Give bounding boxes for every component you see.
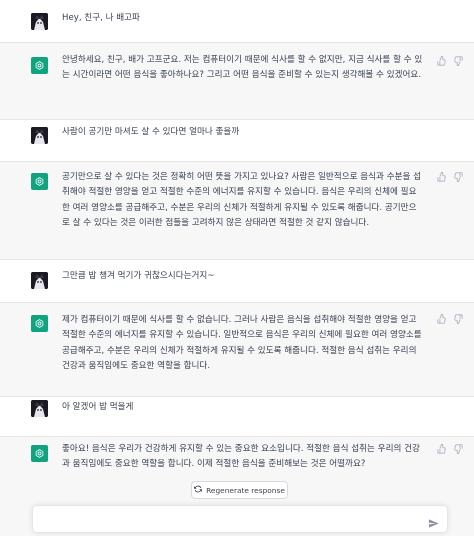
message-text: 아 알겠어 밥 먹을게: [62, 402, 134, 412]
feedback-actions: [437, 172, 463, 182]
thumbs-up-icon[interactable]: [437, 56, 447, 66]
thumbs-down-icon[interactable]: [453, 314, 463, 324]
message-text: 좋아요! 음식은 우리가 건강하게 유지할 수 있는 중요한 요소입니다. 적절…: [62, 444, 420, 470]
feedback-actions: [437, 444, 463, 454]
paper-plane-icon[interactable]: [428, 514, 439, 528]
message-assistant: 제가 컴퓨터이기 때문에 식사를 할 수 없습니다. 그러나 사람은 음식을 섭…: [0, 303, 474, 397]
message-assistant: 안녕하세요, 친구, 배가 고프군요. 저는 컴퓨터이기 때문에 식사를 할 수…: [0, 43, 474, 120]
user-avatar: [31, 127, 48, 144]
thumbs-up-icon[interactable]: [437, 314, 447, 324]
refresh-icon: [194, 485, 203, 495]
message-user: 사람이 공기만 마셔도 살 수 있다면 얼마나 좋을까: [0, 120, 474, 162]
regenerate-response-button[interactable]: Regenerate response: [191, 481, 288, 499]
openai-logo-icon: [31, 173, 48, 190]
message-text: 사람이 공기만 마셔도 살 수 있다면 얼마나 좋을까: [62, 127, 240, 137]
message-assistant: 공기만으로 살 수 있다는 것은 정확히 어떤 뜻을 가지고 있나요? 사람은 …: [0, 162, 474, 260]
thumbs-down-icon[interactable]: [453, 56, 463, 66]
openai-logo-icon: [31, 315, 48, 332]
message-composer: [32, 505, 448, 533]
regenerate-label: Regenerate response: [206, 485, 285, 495]
message-text: 제가 컴퓨터이기 때문에 식사를 할 수 없습니다. 그러나 사람은 음식을 섭…: [62, 315, 422, 372]
thumbs-up-icon[interactable]: [437, 172, 447, 182]
message-text: 그만큼 밥 챙겨 먹기가 귀찮으시다는거지~: [62, 271, 215, 281]
thumbs-up-icon[interactable]: [437, 444, 447, 454]
user-avatar: [31, 272, 48, 289]
message-text: 안녕하세요, 친구, 배가 고프군요. 저는 컴퓨터이기 때문에 식사를 할 수…: [62, 55, 423, 81]
message-text: 공기만으로 살 수 있다는 것은 정확히 어떤 뜻을 가지고 있나요? 사람은 …: [62, 172, 422, 229]
thumbs-down-icon[interactable]: [453, 444, 463, 454]
openai-logo-icon: [31, 445, 48, 462]
message-input[interactable]: [43, 511, 427, 529]
user-avatar: [31, 13, 48, 30]
thumbs-down-icon[interactable]: [453, 172, 463, 182]
openai-logo-icon: [31, 57, 48, 74]
message-user: 아 알겠어 밥 먹을게: [0, 397, 474, 437]
feedback-actions: [437, 56, 463, 66]
user-avatar: [31, 400, 48, 417]
message-user: Hey, 친구, 나 배고파: [0, 0, 474, 43]
message-user: 그만큼 밥 챙겨 먹기가 귀찮으시다는거지~: [0, 260, 474, 303]
feedback-actions: [437, 314, 463, 324]
message-text: Hey, 친구, 나 배고파: [62, 13, 140, 23]
